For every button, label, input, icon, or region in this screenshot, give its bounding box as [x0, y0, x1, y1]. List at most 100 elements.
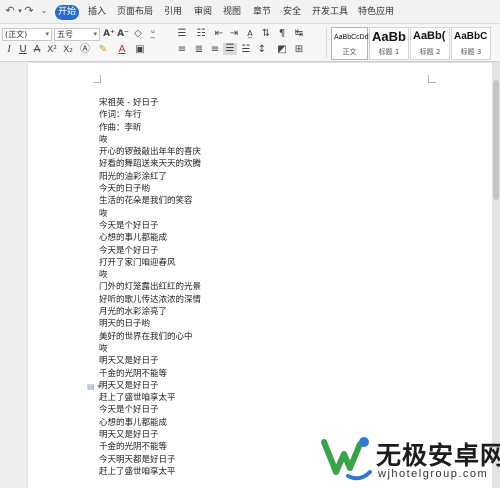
document-line: 作词：车行: [99, 110, 142, 121]
clear-format-icon[interactable]: ◇: [132, 28, 144, 40]
style-heading-1[interactable]: AaBb 标题 1: [369, 27, 409, 60]
font-color-icon[interactable]: A: [116, 44, 128, 56]
font-size-value: 五号: [57, 30, 73, 39]
style-sample: AaBbCcDd: [334, 34, 369, 41]
chevron-down-icon: ▾: [93, 30, 97, 38]
style-label: 标题 3: [460, 48, 482, 56]
font-size-select[interactable]: 五号 ▾: [54, 28, 100, 41]
strikethrough-icon[interactable]: A: [31, 44, 43, 56]
decrease-indent-icon[interactable]: ⇤: [213, 28, 225, 40]
customize-toolbar-icon[interactable]: ⌄: [37, 4, 51, 18]
highlight-icon[interactable]: ✎: [97, 44, 109, 56]
underline-icon[interactable]: U: [17, 44, 29, 56]
document-line: 明天又是好日子: [99, 430, 159, 441]
show-marks-icon[interactable]: ¶: [276, 28, 288, 40]
menu-bar: ↶ ▾ ↷ ⌄ 开始 插入 页面布局 引用 审阅 视图 章节 安全 开发工具 特…: [0, 0, 500, 24]
document-line: 打开了家门咱迎春风: [99, 257, 176, 268]
divider: [326, 28, 327, 58]
document-line: 今天明天都是好日子: [99, 454, 176, 465]
document-line: 明天的日子哟: [99, 319, 151, 330]
subscript-icon[interactable]: X₂: [62, 44, 74, 56]
font-name-select[interactable]: (正文) ▾: [2, 28, 52, 41]
style-label: 标题 2: [419, 48, 441, 56]
margin-corner-mark: [93, 75, 101, 83]
document-line: 咴: [99, 270, 108, 281]
distributed-icon[interactable]: ☱: [240, 44, 252, 56]
document-line: 心想的事儿都能成: [99, 417, 168, 428]
document-line: 好听的歌儿传达浓浓的深情: [99, 294, 202, 305]
document-line: 阳光的油彩涂红了: [99, 171, 168, 182]
tab-page-layout[interactable]: 页面布局: [117, 5, 153, 20]
watermark-logo-icon: [321, 437, 372, 481]
ribbon-toolbar: (正文) ▾ 五号 ▾ A⁺ A⁻ ◇ ᵘ̲ ☰ ☷ ⇤ ⇥ A̲ ⇅ ¶ ↹ …: [0, 24, 500, 62]
character-shading-icon[interactable]: ▣: [134, 44, 146, 56]
grow-font-icon[interactable]: A⁺: [103, 28, 115, 40]
chinese-layout-icon[interactable]: A̲: [244, 28, 256, 40]
document-line: 赶上了盛世咱享太平: [99, 466, 176, 477]
document-line: 心想的事儿都能成: [99, 233, 168, 244]
redo-icon[interactable]: ↷: [22, 4, 36, 18]
document-line: 宋祖英 - 好日子: [99, 98, 159, 108]
document-line: 千金的光阴不能等: [99, 368, 168, 379]
text-direction-icon[interactable]: ↹: [293, 28, 305, 40]
align-right-icon[interactable]: ≡: [209, 44, 221, 56]
chevron-down-icon: ▾: [45, 30, 49, 38]
document-line: 明天又是好日子: [99, 380, 159, 391]
document-line: 生活的花朵是我们的笑容: [99, 196, 193, 207]
document-line: 明天又是好日子: [99, 356, 159, 367]
align-left-icon[interactable]: ≡: [176, 44, 188, 56]
margin-corner-mark: [428, 75, 436, 83]
document-line: 作曲：李昕: [99, 122, 142, 133]
style-sample: AaBb(: [413, 30, 446, 42]
scrollbar-thumb[interactable]: [493, 80, 499, 200]
document-line: 今天是个好日子: [99, 405, 159, 416]
style-heading-2[interactable]: AaBb( 标题 2: [410, 27, 450, 60]
tab-references[interactable]: 引用: [162, 5, 184, 20]
line-spacing-icon[interactable]: ↕: [256, 44, 268, 56]
shrink-font-icon[interactable]: A⁻: [117, 28, 129, 40]
style-sample: AaBbC: [454, 31, 488, 42]
watermark-title: 无极安卓网: [376, 441, 500, 470]
superscript-icon[interactable]: X²: [46, 44, 58, 56]
style-label: 标题 1: [378, 48, 400, 56]
document-line: 赶上了盛世咱享太平: [99, 393, 176, 404]
document-page[interactable]: ▤ ▾ 宋祖英 - 好日子 作词：车行 作曲：李昕咴开心的锣鼓敲出年年的喜庆 好看的舞…: [28, 63, 498, 488]
document-line: 千金的光阴不能等: [99, 442, 168, 453]
document-line: 今天是个好日子: [99, 220, 159, 231]
tab-developer-tools[interactable]: 开发工具: [312, 5, 348, 20]
tab-chapter[interactable]: 章节: [251, 5, 273, 20]
phonetic-guide-icon[interactable]: ᵘ̲: [147, 28, 159, 40]
document-line: 咴: [99, 343, 108, 354]
shading-icon[interactable]: ◩: [276, 44, 288, 56]
align-center-icon[interactable]: ≣: [193, 44, 205, 56]
italic-icon[interactable]: I: [3, 44, 15, 56]
document-line: 今天是个好日子: [99, 245, 159, 256]
style-sample: AaBb: [372, 29, 406, 44]
style-normal[interactable]: AaBbCcDd 正文: [331, 27, 369, 60]
tab-view[interactable]: 视图: [221, 5, 243, 20]
style-label: 正文: [342, 48, 357, 56]
sort-icon[interactable]: ⇅: [260, 28, 272, 40]
document-line: 美好的世界在我们的心中: [99, 331, 193, 342]
workspace-margin: [0, 63, 28, 488]
document-line: 好看的舞蹈送来天天的欢腾: [99, 159, 202, 170]
justify-icon[interactable]: ☰: [223, 43, 237, 55]
tab-review[interactable]: 审阅: [192, 5, 214, 20]
style-heading-3[interactable]: AaBbC 标题 3: [451, 27, 491, 60]
document-line: 咴: [99, 208, 108, 219]
borders-icon[interactable]: ⊞: [293, 44, 305, 56]
document-line: 门外的灯笼露出红红的光景: [99, 282, 202, 293]
text-effects-icon[interactable]: Ⓐ: [79, 44, 91, 56]
tab-start[interactable]: 开始: [55, 5, 79, 20]
numbered-list-icon[interactable]: ☷: [195, 28, 207, 40]
tab-featured-apps[interactable]: 特色应用: [358, 5, 394, 20]
tab-security[interactable]: 安全: [281, 5, 303, 20]
tab-insert[interactable]: 插入: [86, 5, 108, 20]
document-line: 今天的日子哟: [99, 184, 151, 195]
watermark: 无极安卓网 wjhotelgroup.com: [320, 432, 500, 488]
document-body[interactable]: 宋祖英 - 好日子 作词：车行 作曲：李昕咴 开心的锣鼓敲出年年的喜庆 好看的舞蹈送来天…: [99, 97, 201, 478]
increase-indent-icon[interactable]: ⇥: [228, 28, 240, 40]
document-line: 开心的锣鼓敲出年年的喜庆: [99, 147, 202, 158]
document-line: 月光的水彩涂亮了: [99, 307, 168, 318]
bullet-list-icon[interactable]: ☰: [176, 28, 188, 40]
